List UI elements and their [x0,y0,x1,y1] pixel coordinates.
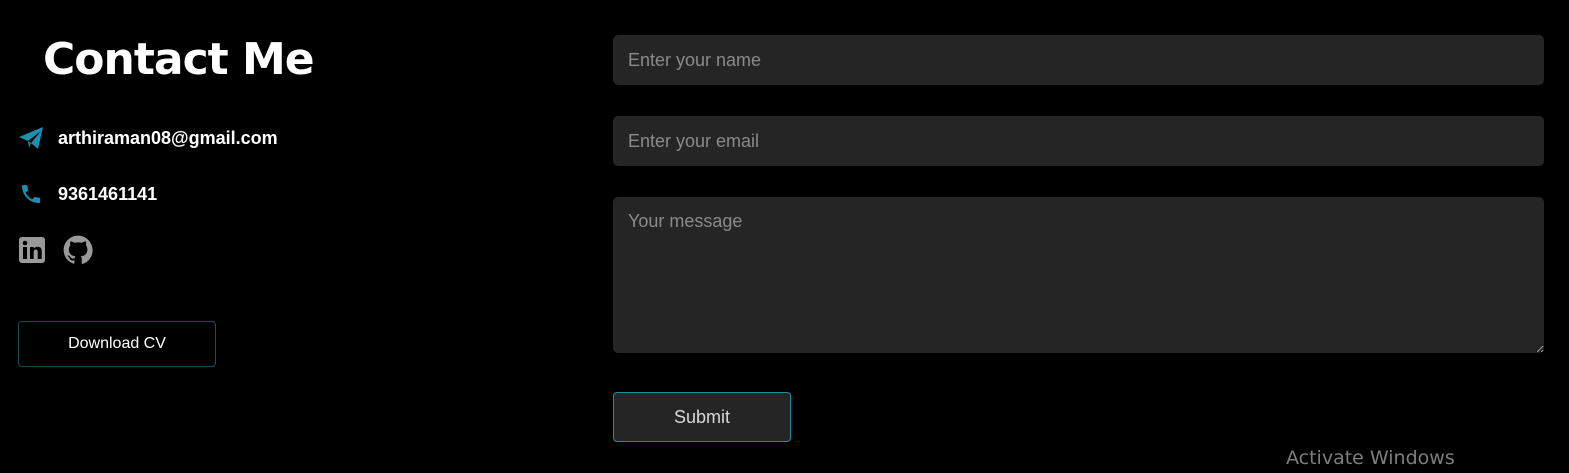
github-link[interactable] [63,235,93,266]
name-input[interactable] [613,35,1544,85]
activate-windows-watermark: Activate Windows [1286,447,1455,469]
phone-icon [18,181,44,207]
page-title: Contact Me [43,34,315,85]
email-text: arthiraman08@gmail.com [58,127,278,148]
submit-button[interactable]: Submit [613,392,791,442]
social-links [18,235,93,268]
phone-text: 9361461141 [58,183,158,204]
contact-section: Contact Me arthiraman08@gmail.com 936146… [0,0,1569,473]
email-row: arthiraman08@gmail.com [18,125,278,151]
linkedin-link[interactable] [18,236,46,268]
download-cv-button[interactable]: Download CV [18,321,216,367]
send-icon [18,125,44,151]
email-input[interactable] [613,116,1544,166]
linkedin-icon [19,236,45,268]
message-textarea[interactable] [613,197,1544,353]
github-icon [63,235,93,270]
phone-row: 9361461141 [18,181,157,207]
